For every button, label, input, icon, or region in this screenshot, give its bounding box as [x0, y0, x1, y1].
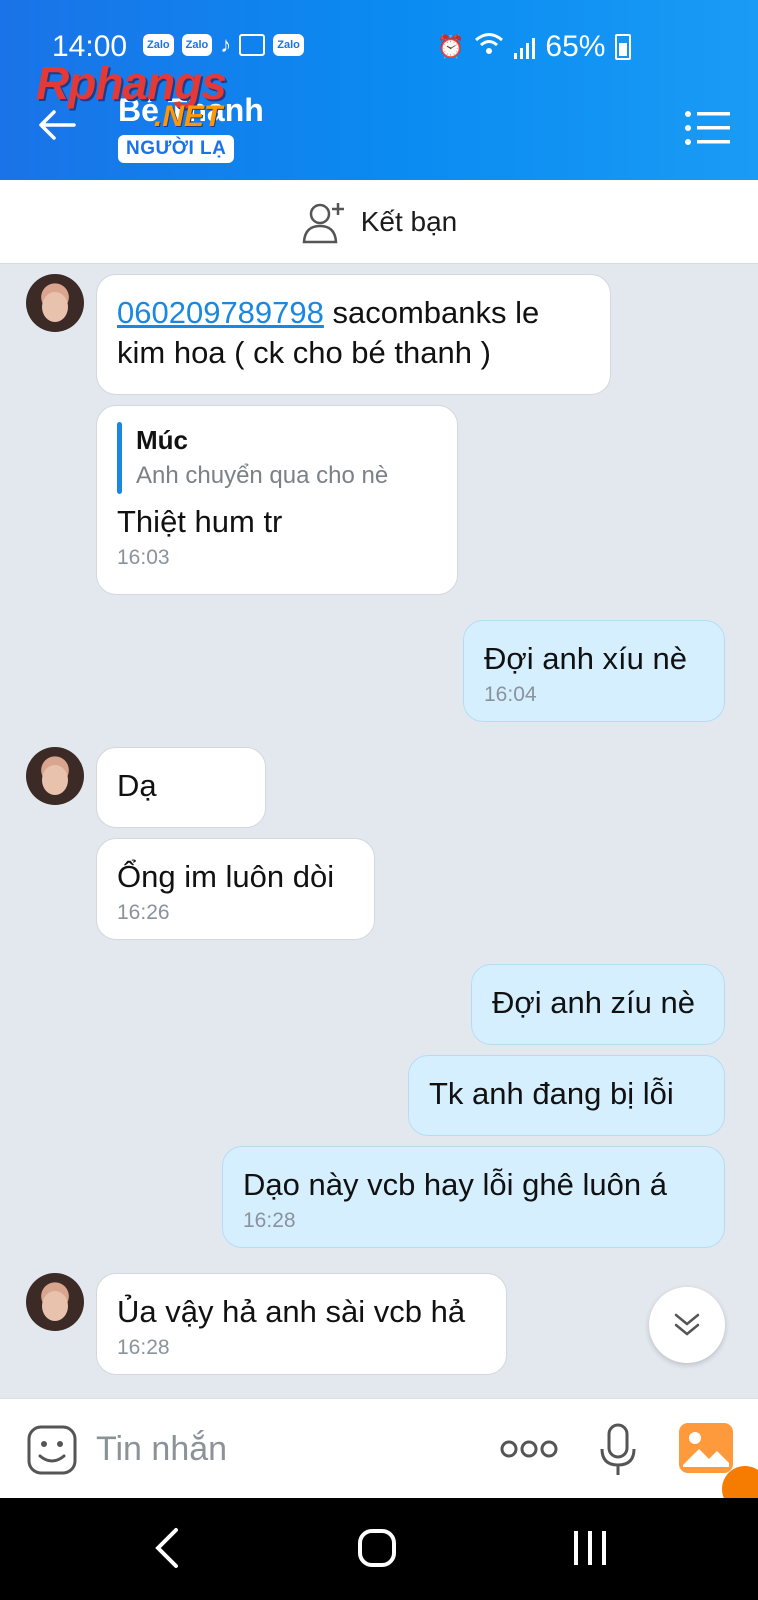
message-text: 060209789798 sacombanks le kim hoa ( ck …: [117, 295, 540, 370]
quote-author: Múc: [136, 425, 188, 455]
message-text: Đợi anh xíu nè: [484, 641, 687, 676]
menu-list-icon[interactable]: [684, 108, 730, 148]
nav-back-icon[interactable]: [148, 1526, 188, 1570]
back-arrow-icon[interactable]: [34, 102, 80, 148]
sticker-icon[interactable]: [26, 1424, 78, 1476]
contact-name[interactable]: Bé Thanh: [118, 92, 264, 129]
status-time: 14:00: [52, 30, 128, 63]
message-bubble-outgoing[interactable]: Đợi anh xíu nè 16:04: [463, 620, 725, 722]
image-picker-icon[interactable]: [679, 1423, 733, 1473]
message-text: Dạo này vcb hay lỗi ghê luôn á: [243, 1167, 667, 1202]
more-options-icon[interactable]: [500, 1435, 558, 1463]
message-bubble-outgoing[interactable]: Tk anh đang bị lỗi: [408, 1055, 725, 1136]
message-composer: [0, 1398, 758, 1498]
message-bubble-incoming[interactable]: Múc Anh chuyển qua cho nè Thiệt hum tr 1…: [96, 405, 458, 595]
system-navigation-bar: [0, 1498, 758, 1600]
message-text: Dạ: [117, 768, 157, 803]
account-number-link[interactable]: 060209789798: [117, 295, 324, 330]
message-time: 16:28: [117, 1336, 170, 1359]
alarm-icon: ⏰: [437, 34, 465, 59]
message-bubble-incoming[interactable]: Dạ: [96, 747, 266, 828]
notification-icons: Zalo Zalo ♪ Zalo: [143, 34, 304, 56]
scroll-to-bottom-button[interactable]: [649, 1287, 725, 1363]
zalo-icon: Zalo: [181, 34, 213, 56]
tiktok-icon: ♪: [220, 32, 232, 57]
image-icon: [239, 34, 266, 56]
message-time: 16:04: [484, 683, 537, 706]
zalo-icon: Zalo: [143, 34, 174, 56]
chat-header: 14:00 Zalo Zalo ♪ Zalo ⏰ 65% Bé Thanh NG…: [0, 0, 758, 180]
message-text: Tk anh đang bị lỗi: [429, 1076, 674, 1111]
battery-percent: 65%: [545, 30, 606, 63]
zalo-icon: Zalo: [273, 34, 304, 56]
quote-text: Anh chuyển qua cho nè: [136, 462, 389, 489]
avatar[interactable]: [26, 747, 84, 805]
message-text: Thiệt hum tr: [117, 504, 283, 539]
nav-home-icon[interactable]: [357, 1528, 397, 1568]
wifi-icon: [474, 32, 504, 62]
message-bubble-incoming[interactable]: Ổng im luôn dòi 16:26: [96, 838, 375, 940]
nav-recent-apps-icon[interactable]: [570, 1528, 610, 1568]
message-time: 16:28: [243, 1209, 296, 1232]
message-bubble-incoming[interactable]: Ủa vậy hả anh sài vcb hả 16:28: [96, 1273, 507, 1375]
stranger-badge: NGƯỜI LẠ: [118, 135, 235, 163]
message-text: Đợi anh zíu nè: [492, 985, 695, 1020]
message-text: Ổng im luôn dòi: [117, 859, 335, 894]
system-icons: ⏰ 65%: [437, 30, 632, 64]
avatar[interactable]: [26, 274, 84, 332]
avatar[interactable]: [26, 1273, 84, 1331]
add-friend-label: Kết bạn: [360, 205, 458, 237]
message-text: Ủa vậy hả anh sài vcb hả: [117, 1294, 466, 1329]
quote-bar: [117, 422, 122, 494]
status-bar: 14:00 Zalo Zalo ♪ Zalo ⏰ 65%: [0, 0, 758, 78]
message-time: 16:03: [117, 546, 170, 569]
message-input[interactable]: [96, 1421, 466, 1477]
add-friend-icon: [302, 202, 344, 243]
double-chevron-down-icon: [674, 1313, 700, 1336]
add-friend-button[interactable]: Kết bạn: [0, 180, 758, 264]
quoted-reply[interactable]: Múc Anh chuyển qua cho nè: [117, 422, 437, 494]
message-bubble-outgoing[interactable]: Đợi anh zíu nè: [471, 964, 725, 1045]
message-bubble-outgoing[interactable]: Dạo này vcb hay lỗi ghê luôn á 16:28: [222, 1146, 725, 1248]
message-time: 16:26: [117, 901, 170, 924]
battery-icon: [615, 34, 632, 60]
microphone-icon[interactable]: [598, 1423, 638, 1477]
signal-icon: [514, 35, 536, 59]
message-bubble-incoming[interactable]: 060209789798 sacombanks le kim hoa ( ck …: [96, 274, 611, 395]
